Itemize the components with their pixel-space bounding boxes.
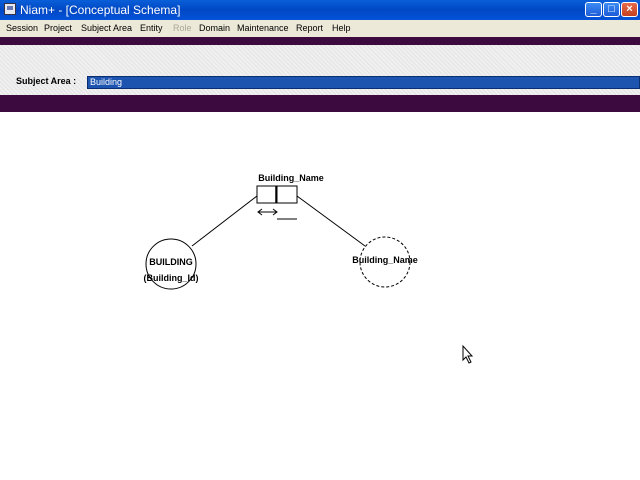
subject-area-value: Building <box>90 77 123 87</box>
value-type-name: Building_Name <box>352 255 418 265</box>
header-band-top <box>0 37 640 45</box>
menu-help[interactable]: Help <box>332 23 351 33</box>
header-band-bottom <box>0 95 640 112</box>
subject-area-field[interactable]: Building <box>87 76 640 89</box>
title-bar: Niam+ - [Conceptual Schema] _ □ × <box>0 0 640 20</box>
role-box-right[interactable] <box>276 185 298 204</box>
schema-diagram: BUILDING (Building_Id) Building_Name Bui… <box>144 173 474 364</box>
uniqueness-arrow-icon <box>257 208 278 216</box>
minimize-icon[interactable]: _ <box>585 2 602 17</box>
window-title: Niam+ - [Conceptual Schema] <box>20 3 181 17</box>
menu-project[interactable]: Project <box>44 23 72 33</box>
menu-domain[interactable]: Domain <box>199 23 230 33</box>
menu-maintenance[interactable]: Maintenance <box>237 23 289 33</box>
app-icon[interactable] <box>4 3 16 15</box>
menu-bar: Session Project Subject Area Entity Role… <box>0 20 640 37</box>
menu-subject-area[interactable]: Subject Area <box>81 23 132 33</box>
close-icon[interactable]: × <box>621 2 638 17</box>
menu-entity[interactable]: Entity <box>140 23 163 33</box>
maximize-icon[interactable]: □ <box>603 2 620 17</box>
fact-type-label: Building_Name <box>258 173 324 183</box>
schema-canvas[interactable]: BUILDING (Building_Id) Building_Name Bui… <box>0 112 640 480</box>
entity-identifier: (Building_Id) <box>144 273 199 283</box>
entity-building[interactable]: BUILDING (Building_Id) <box>144 238 199 290</box>
subject-area-panel: Subject Area : Building <box>0 45 640 95</box>
mouse-cursor-icon <box>462 344 474 364</box>
role-box-left[interactable] <box>256 185 278 204</box>
menu-role: Role <box>173 23 192 33</box>
menu-session[interactable]: Session <box>6 23 38 33</box>
connector-fact-value <box>296 195 366 247</box>
value-type-building-name[interactable]: Building_Name <box>352 236 418 288</box>
connector-entity-fact <box>191 195 258 247</box>
menu-report[interactable]: Report <box>296 23 323 33</box>
entity-name: BUILDING <box>149 257 193 267</box>
subject-area-label: Subject Area : <box>16 76 77 86</box>
fact-type-building-name[interactable]: Building_Name <box>256 173 324 220</box>
